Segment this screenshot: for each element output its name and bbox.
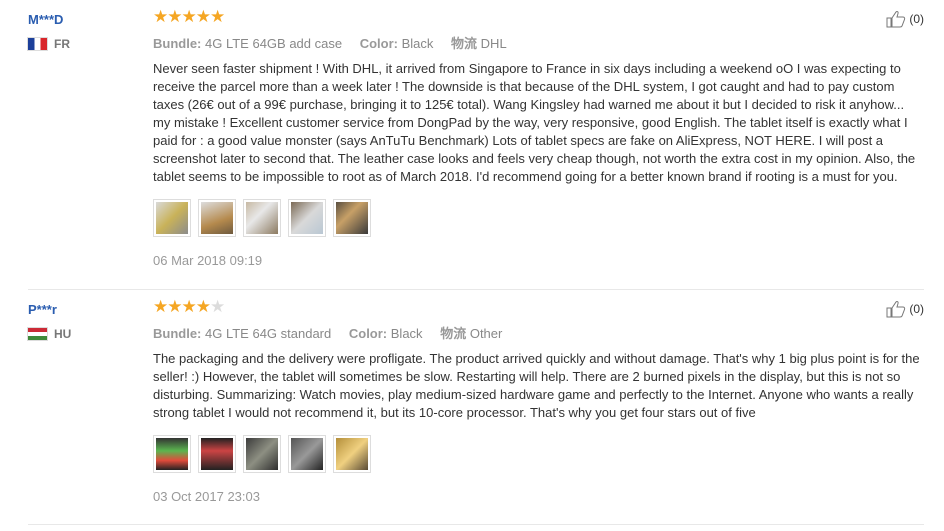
star-icon: ★ — [167, 297, 182, 316]
review-body: ★★★★★ Bundle: 4G LTE 64G standard Color:… — [153, 298, 924, 504]
review-photo[interactable] — [288, 199, 326, 237]
order-info: Bundle: 4G LTE 64GB add case Color: Blac… — [153, 33, 924, 52]
review-photos — [153, 435, 924, 473]
bundle-label: Bundle: — [153, 326, 202, 341]
helpful-count: (0) — [909, 302, 924, 316]
review-photo[interactable] — [198, 199, 236, 237]
country-code: FR — [54, 37, 70, 51]
color-label: Color: — [348, 326, 388, 341]
reviewer-name[interactable]: P***r — [28, 302, 138, 317]
star-icon: ★ — [181, 297, 197, 316]
flag-fr-icon — [28, 38, 47, 50]
star-icon: ★ — [167, 7, 182, 26]
review-photo[interactable] — [333, 199, 371, 237]
flag-hu-icon — [28, 328, 47, 340]
thumbs-up-icon[interactable] — [886, 10, 906, 28]
review-photo[interactable] — [153, 435, 191, 473]
review-item: M***D FR ★★★★★ Bundle: 4G LTE 64GB add c… — [28, 0, 924, 290]
review-photos — [153, 199, 924, 237]
helpful-button[interactable]: (0) — [886, 300, 924, 318]
shipping-value: Other — [469, 326, 503, 341]
bundle-value: 4G LTE 64GB add case — [205, 36, 343, 51]
reviewer-info: M***D FR — [28, 12, 138, 51]
star-icon: ★ — [153, 297, 168, 316]
star-icon: ★ — [195, 297, 211, 316]
star-icon: ★ — [210, 7, 225, 26]
shipping-label: 物流 — [440, 326, 467, 341]
star-icon: ★ — [181, 7, 197, 26]
star-rating: ★★★★★ — [153, 8, 924, 26]
review-photo[interactable] — [333, 435, 371, 473]
review-body: ★★★★★ Bundle: 4G LTE 64GB add case Color… — [153, 8, 924, 268]
country-code: HU — [54, 327, 72, 341]
star-rating: ★★★★★ — [153, 298, 924, 316]
color-value: Black — [401, 36, 434, 51]
review-photo[interactable] — [243, 435, 281, 473]
reviewer-name[interactable]: M***D — [28, 12, 138, 27]
review-photo[interactable] — [243, 199, 281, 237]
shipping-value: DHL — [480, 36, 507, 51]
star-icon: ★ — [153, 7, 168, 26]
bundle-label: Bundle: — [153, 36, 202, 51]
color-label: Color: — [359, 36, 398, 51]
thumbs-up-icon[interactable] — [886, 300, 906, 318]
reviewer-info: P***r HU — [28, 302, 138, 341]
review-date: 03 Oct 2017 23:03 — [153, 489, 260, 504]
star-empty-icon: ★ — [210, 297, 225, 316]
review-photo[interactable] — [153, 199, 191, 237]
review-text: The packaging and the delivery were prof… — [153, 351, 920, 420]
review-photo[interactable] — [198, 435, 236, 473]
order-info: Bundle: 4G LTE 64G standard Color: Black… — [153, 323, 924, 342]
color-value: Black — [390, 326, 423, 341]
star-icon: ★ — [195, 7, 211, 26]
review-text: Never seen faster shipment ! With DHL, i… — [153, 61, 916, 184]
helpful-button[interactable]: (0) — [886, 10, 924, 28]
review-item: P***r HU ★★★★★ Bundle: 4G LTE 64G standa… — [28, 290, 924, 525]
helpful-count: (0) — [909, 12, 924, 26]
shipping-label: 物流 — [451, 36, 478, 51]
review-photo[interactable] — [288, 435, 326, 473]
review-date: 06 Mar 2018 09:19 — [153, 253, 263, 268]
reviewer-country: FR — [28, 37, 138, 51]
reviewer-country: HU — [28, 327, 138, 341]
bundle-value: 4G LTE 64G standard — [205, 326, 332, 341]
